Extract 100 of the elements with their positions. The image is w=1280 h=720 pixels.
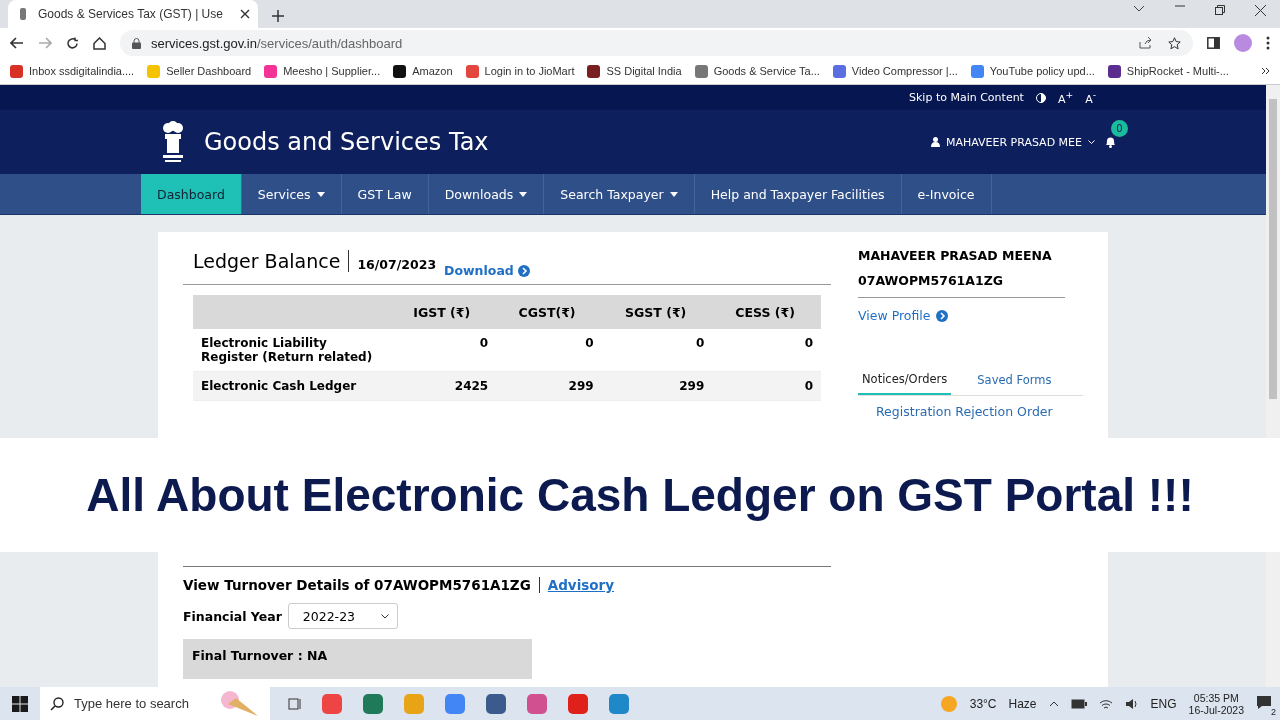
- download-link[interactable]: Download: [444, 263, 530, 278]
- table-cell: 0: [391, 329, 497, 372]
- arrow-circle-icon: [517, 264, 530, 277]
- table-cell: 0: [712, 371, 821, 401]
- column-header: SGST (₹): [601, 295, 713, 329]
- app-icon[interactable]: [567, 692, 589, 715]
- bookmark[interactable]: Seller Dashboard: [147, 64, 252, 78]
- contrast-icon[interactable]: [1035, 92, 1046, 103]
- task-view-icon[interactable]: [288, 696, 302, 711]
- nav-tab[interactable]: Downloads: [428, 174, 545, 214]
- share-icon[interactable]: [1139, 36, 1152, 49]
- bell-icon[interactable]: [1105, 136, 1116, 148]
- lock-icon: [132, 37, 141, 49]
- user-icon: [930, 137, 940, 147]
- user-menu[interactable]: MAHAVEER PRASAD MEE: [930, 135, 1095, 149]
- app-icon[interactable]: [485, 692, 507, 715]
- table-cell: 0: [496, 329, 602, 372]
- nav-tab[interactable]: Services: [241, 174, 342, 214]
- section-title: View Turnover Details of 07AWOPM5761A1ZG: [183, 577, 540, 593]
- app-icon[interactable]: [444, 692, 466, 715]
- notification-icon[interactable]: [1256, 694, 1272, 710]
- address-bar[interactable]: services.gst.gov.in/services/auth/dashboard: [120, 30, 1193, 56]
- menu-icon[interactable]: [1266, 36, 1270, 50]
- nav-tab[interactable]: Dashboard: [141, 174, 242, 214]
- app-icon[interactable]: [321, 692, 343, 715]
- section-title: Ledger Balance: [193, 250, 350, 272]
- nav-tab[interactable]: Search Taxpayer: [544, 174, 695, 214]
- skip-link[interactable]: Skip to Main Content: [909, 91, 1024, 104]
- notification-badge: 0: [1111, 120, 1128, 137]
- date-label: 16/07/2023: [357, 257, 437, 272]
- row-label: Electronic Cash Ledger: [193, 371, 391, 401]
- column-header: CESS (₹): [712, 295, 821, 329]
- battery-icon[interactable]: [1070, 698, 1087, 709]
- home-icon[interactable]: [93, 36, 106, 50]
- field-label: Financial Year: [183, 608, 282, 624]
- app-icon[interactable]: [362, 692, 384, 715]
- banner-heading: All About Electronic Cash Ledger on GST Portal !!!: [86, 468, 1194, 522]
- clock[interactable]: 05:35 PM 16-Jul-2023: [1188, 691, 1244, 716]
- bookmark[interactable]: Inbox ssdigitalindia....: [10, 64, 135, 78]
- scrollbar-thumb[interactable]: [1269, 99, 1277, 399]
- search-icon: [50, 696, 64, 711]
- close-icon[interactable]: [240, 9, 250, 19]
- column-header: IGST (₹): [391, 295, 497, 329]
- bookmark[interactable]: Login in to JioMart: [465, 64, 575, 78]
- notification-count: 2: [1271, 706, 1276, 717]
- side-panel-icon[interactable]: [1207, 37, 1220, 49]
- browser-tab[interactable]: Goods & Services Tax (GST) | Use: [8, 0, 258, 28]
- reload-icon[interactable]: [66, 36, 79, 50]
- app-icon[interactable]: [608, 692, 630, 715]
- table-cell: 299: [601, 371, 713, 401]
- search-field[interactable]: Type here to search: [40, 687, 270, 720]
- bookmark[interactable]: SS Digital India: [587, 64, 682, 78]
- bookmark[interactable]: ShipRocket - Multi-...: [1107, 64, 1229, 78]
- close-icon[interactable]: [1255, 4, 1266, 16]
- view-profile-link[interactable]: View Profile: [858, 308, 1083, 323]
- bookmark[interactable]: Meesho | Supplier...: [264, 64, 381, 78]
- language-label[interactable]: ENG: [1150, 696, 1177, 711]
- star-icon[interactable]: [1168, 36, 1181, 50]
- windows-icon[interactable]: [12, 695, 28, 712]
- bookmark[interactable]: Goods & Service Ta...: [694, 64, 820, 78]
- nav-tab[interactable]: Help and Taxpayer Facilities: [694, 174, 902, 214]
- nav-tab[interactable]: GST Law: [341, 174, 429, 214]
- font-increase-button[interactable]: A$^{+}$: [1057, 89, 1074, 106]
- bookmark[interactable]: Video Compressor |...: [832, 64, 958, 78]
- font-decrease-button[interactable]: A$^{-}$: [1085, 89, 1096, 106]
- maximize-icon[interactable]: [1215, 4, 1225, 15]
- site-title: Goods and Services Tax: [204, 128, 489, 156]
- caret-icon: [519, 191, 528, 197]
- tab[interactable]: Notices/Orders: [858, 367, 952, 395]
- notice-link[interactable]: Registration Rejection Order: [876, 404, 1053, 419]
- arrow-circle-icon: [935, 309, 948, 322]
- temperature-label: 33°C: [969, 696, 997, 711]
- sun-icon: [939, 694, 958, 713]
- chevron-down-icon: [1088, 139, 1095, 145]
- avatar-icon[interactable]: [1234, 34, 1252, 52]
- minimize-icon[interactable]: [1175, 4, 1185, 7]
- column-header: CGST(₹): [496, 295, 602, 329]
- tab[interactable]: Saved Forms: [973, 367, 1056, 395]
- app-icon[interactable]: [526, 692, 548, 715]
- table-cell: 0: [601, 329, 713, 372]
- nav-tab[interactable]: e-Invoice: [901, 174, 992, 214]
- turnover-bar: Final Turnover : NA: [183, 639, 532, 679]
- advisory-link[interactable]: Advisory: [547, 577, 615, 593]
- chevron-down-icon[interactable]: [1133, 4, 1145, 13]
- bookmark[interactable]: YouTube policy upd...: [970, 64, 1095, 78]
- table-cell: 299: [496, 371, 602, 401]
- year-select[interactable]: 2022-23: [287, 603, 398, 629]
- bookmark[interactable]: Amazon: [393, 64, 453, 78]
- wifi-icon[interactable]: [1098, 697, 1113, 710]
- chevron-double-icon[interactable]: [1261, 67, 1270, 75]
- back-icon[interactable]: [10, 37, 24, 49]
- table-cell: 0: [712, 329, 821, 372]
- gstin-label: 07AWOPM5761A1ZG: [858, 268, 1065, 298]
- chevron-up-icon[interactable]: [1048, 700, 1059, 707]
- row-label: Electronic Liability Register (Return related): [193, 329, 391, 372]
- table-cell: 2425: [391, 371, 497, 401]
- new-tab-icon[interactable]: [272, 10, 284, 22]
- speaker-icon[interactable]: [1124, 697, 1139, 710]
- weather-label: Haze: [1008, 696, 1037, 711]
- chevron-down-icon: [380, 613, 389, 619]
